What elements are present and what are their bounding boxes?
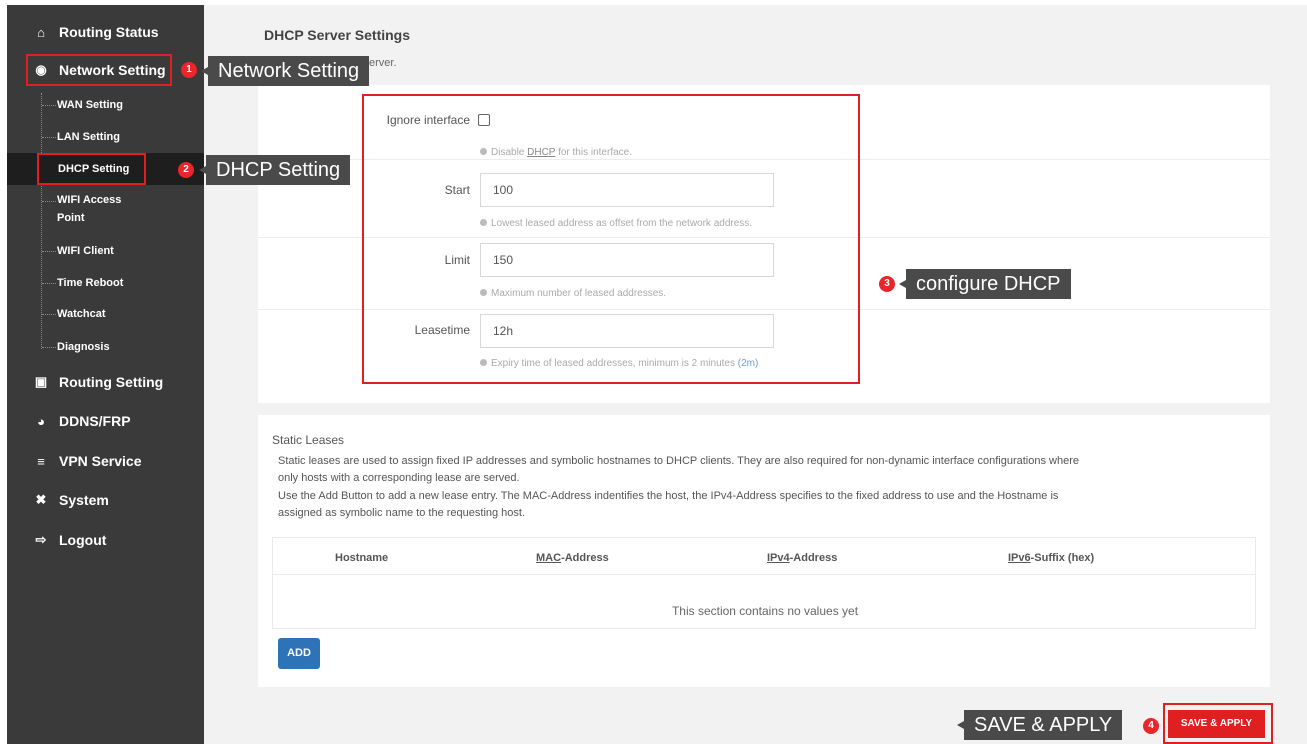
- sidebar: ⌂ Routing Status ◉ Network Setting WAN S…: [7, 5, 204, 744]
- sidebar-subitem-label: Diagnosis: [57, 341, 110, 353]
- sidebar-subitem-label: WAN Setting: [57, 99, 123, 111]
- sidebar-subitem-label: Watchcat: [57, 308, 106, 320]
- column-header-hostname: Hostname: [335, 552, 389, 564]
- static-leases-panel: Static Leases Static leases are used to …: [258, 415, 1270, 687]
- list-icon: ≡: [37, 453, 45, 469]
- callout-dhcp-setting: DHCP Setting: [198, 155, 351, 185]
- sidebar-subitem-label: WIFI Client: [57, 245, 114, 257]
- sidebar-item-routing-status[interactable]: ⌂ Routing Status: [7, 17, 204, 47]
- static-leases-description-4: assigned as symbolic name to the request…: [278, 507, 526, 519]
- section-title: DHCP Server Settings: [264, 27, 411, 43]
- sidebar-item-routing-setting[interactable]: ▣ Routing Setting: [7, 367, 204, 397]
- sidebar-subitem-label: WIFI Access Point: [57, 194, 122, 224]
- sidebar-item-system[interactable]: ✖ System: [7, 485, 204, 515]
- empty-table-message: This section contains no values yet: [671, 604, 859, 618]
- save-apply-button[interactable]: SAVE & APPLY: [1168, 710, 1265, 738]
- tools-icon: ✖: [35, 492, 47, 507]
- sidebar-item-label: Routing Setting: [59, 374, 164, 390]
- callout-network-setting: Network Setting: [200, 56, 370, 86]
- sidebar-item-vpn-service[interactable]: ≡ VPN Service: [7, 446, 204, 476]
- sidebar-subitem-lan-setting[interactable]: LAN Setting: [7, 127, 204, 147]
- callout-badge-3: 3: [879, 276, 895, 292]
- callout-badge-4: 4: [1143, 718, 1159, 734]
- sidebar-subitem-time-reboot[interactable]: Time Reboot: [7, 273, 204, 293]
- static-leases-description-3: Use the Add Button to add a new lease en…: [278, 490, 1059, 502]
- column-header-ipv4: IPv4-Address: [767, 552, 838, 564]
- sidebar-item-label: Routing Status: [59, 24, 159, 40]
- add-lease-button[interactable]: ADD: [278, 638, 320, 669]
- sidebar-item-label: System: [59, 492, 109, 508]
- sidebar-subitem-wifi-client[interactable]: WIFI Client: [7, 241, 204, 261]
- sidebar-subitem-label: Time Reboot: [57, 277, 124, 289]
- sidebar-item-label: VPN Service: [59, 453, 142, 469]
- callout-badge-2: 2: [178, 162, 194, 178]
- section-description: erver.: [369, 57, 397, 69]
- sidebar-subitem-wifi-access-point[interactable]: WIFI Access Point: [7, 191, 204, 227]
- callout-configure-dhcp: configure DHCP: [899, 269, 1071, 299]
- sidebar-item-ddns-frp[interactable]: ◕ DDNS/FRP: [7, 406, 204, 436]
- static-leases-table: Hostname MAC-Address IPv4-Address IPv6-S…: [272, 537, 1256, 629]
- sidebar-subitem-label: LAN Setting: [57, 131, 120, 143]
- column-header-ipv6: IPv6-Suffix (hex): [1008, 552, 1095, 564]
- highlight-configure-dhcp: [362, 94, 860, 384]
- highlight-network-setting: [26, 54, 172, 86]
- sidebar-subitem-watchcat[interactable]: Watchcat: [7, 304, 204, 324]
- column-header-mac: MAC-Address: [536, 552, 609, 564]
- gauge-icon: ◕: [37, 413, 45, 429]
- callout-save-apply: SAVE & APPLY: [956, 710, 1123, 740]
- highlight-dhcp-setting: [37, 153, 146, 185]
- calendar-icon: ▣: [34, 374, 48, 389]
- static-leases-description-2: only hosts with a corresponding lease ar…: [278, 472, 520, 484]
- sidebar-item-logout[interactable]: ⇨ Logout: [7, 525, 204, 555]
- callout-badge-1: 1: [181, 62, 197, 78]
- home-icon: ⌂: [37, 24, 45, 40]
- sidebar-subitem-wan-setting[interactable]: WAN Setting: [7, 95, 204, 115]
- logout-icon: ⇨: [35, 532, 47, 547]
- static-leases-description-1: Static leases are used to assign fixed I…: [278, 455, 1079, 467]
- main-content: DHCP Server Settings erver. Ignore inter…: [204, 5, 1307, 744]
- sidebar-item-label: DDNS/FRP: [59, 413, 131, 429]
- static-leases-title: Static Leases: [272, 433, 345, 447]
- sidebar-subitem-diagnosis[interactable]: Diagnosis: [7, 337, 204, 357]
- sidebar-item-label: Logout: [59, 532, 107, 548]
